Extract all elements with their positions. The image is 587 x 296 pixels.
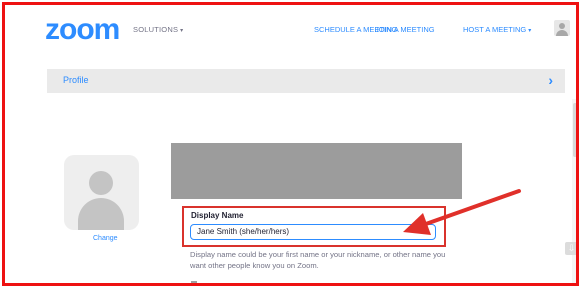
annotation-arrow-icon: [403, 189, 521, 235]
screenshot-frame: zoom SOLUTIONS ▾ SCHEDULE A MEETING JOIN …: [2, 2, 579, 286]
